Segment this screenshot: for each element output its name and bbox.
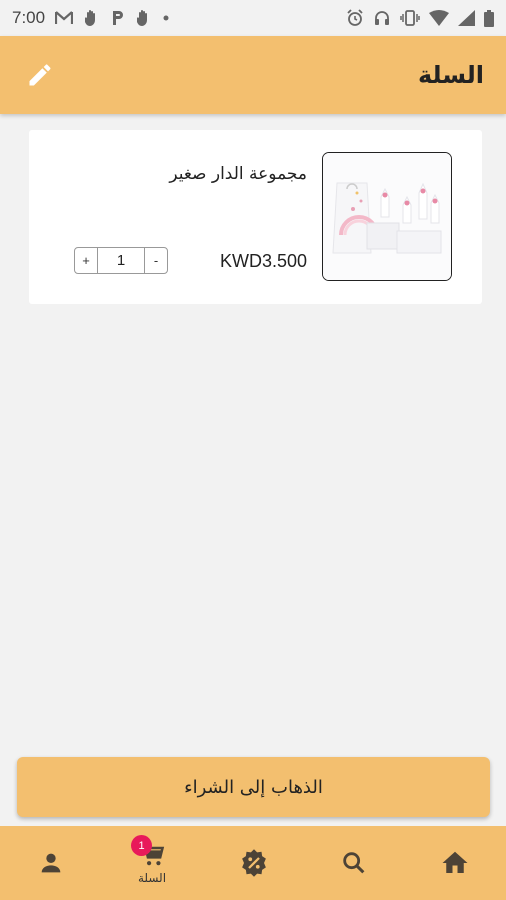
- nav-item-home[interactable]: [425, 826, 485, 900]
- headset-icon: [375, 11, 389, 25]
- increase-quantity-button[interactable]: +: [75, 248, 98, 273]
- edit-button[interactable]: [22, 57, 58, 93]
- search-icon: [343, 852, 365, 874]
- p-app-icon: [113, 11, 124, 25]
- status-time: 7:00: [12, 8, 46, 27]
- status-right: [346, 9, 494, 27]
- status-left: 7:00: [12, 8, 169, 28]
- product-image[interactable]: [322, 152, 452, 281]
- nav-item-search[interactable]: [324, 826, 384, 900]
- edit-icon: [29, 64, 51, 86]
- nav-cart-label: السلة: [137, 871, 167, 885]
- hand-icon: [85, 10, 96, 26]
- cart-count-badge: 1: [131, 835, 152, 856]
- vibrate-icon: [400, 10, 420, 26]
- signal-icon: [458, 10, 475, 26]
- quantity-value: 1: [116, 252, 126, 269]
- wifi-icon: [429, 10, 449, 26]
- page-title: السلة: [417, 61, 484, 89]
- person-icon: [41, 853, 61, 873]
- product-price: KWD3.500: [219, 251, 307, 271]
- status-bar: 7:00: [0, 0, 506, 36]
- discount-icon: [242, 849, 266, 877]
- product-illustration: [323, 153, 451, 280]
- notification-icons: [55, 9, 169, 27]
- decrease-quantity-button[interactable]: -: [144, 248, 167, 273]
- product-name: مجموعة الدار صغير: [169, 164, 307, 184]
- home-icon: [442, 851, 468, 873]
- battery-icon: [484, 9, 494, 27]
- alarm-icon: [347, 9, 363, 26]
- app-bar: السلة: [0, 36, 506, 114]
- dot-icon: [163, 15, 169, 21]
- nav-item-offers[interactable]: [224, 826, 284, 900]
- bottom-nav: السلة 1: [0, 826, 506, 900]
- nav-item-profile[interactable]: [21, 826, 81, 900]
- checkout-button[interactable]: الذهاب إلى الشراء: [17, 757, 490, 817]
- gmail-icon: [55, 11, 74, 24]
- nav-item-cart[interactable]: السلة 1: [122, 826, 182, 900]
- hand-icon-2: [137, 10, 148, 26]
- quantity-stepper: + 1 -: [74, 247, 168, 274]
- cart-item-card: مجموعة الدار صغير KWD3.500 + 1 -: [29, 130, 482, 304]
